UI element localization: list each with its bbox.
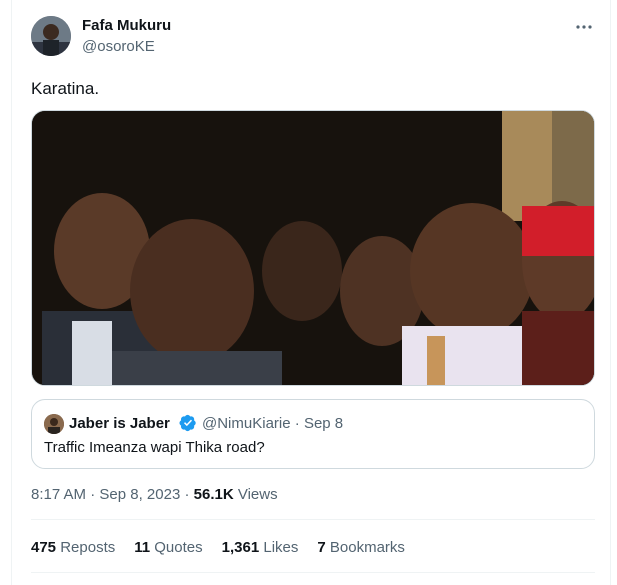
reposts-stat[interactable]: 475 Reposts (31, 539, 115, 556)
meta-separator: · (90, 486, 96, 503)
reposts-count: 475 (31, 539, 57, 556)
tweet-media-image[interactable] (31, 110, 595, 386)
quoted-avatar-image (44, 414, 64, 434)
laughing-crowd-photo (32, 111, 594, 385)
more-options-button[interactable] (572, 15, 596, 39)
quoted-meta: @NimuKiarie · Sep 8 (202, 415, 343, 432)
quotes-label: Quotes (154, 539, 203, 556)
bookmarks-stat[interactable]: 7 Bookmarks (317, 539, 405, 556)
likes-label: Likes (263, 539, 299, 556)
bookmarks-label: Bookmarks (329, 539, 405, 556)
divider (31, 572, 595, 573)
author-avatar-image (31, 16, 71, 56)
quoted-author-name: Jaber is Jaber (69, 415, 170, 432)
likes-stat[interactable]: 1,361 Likes (222, 539, 299, 556)
verified-badge-icon (179, 414, 196, 432)
tweet-time[interactable]: 8:17 AM (31, 486, 86, 503)
author-display-name[interactable]: Fafa Mukuru (82, 17, 171, 34)
quoted-author-avatar (44, 414, 64, 434)
quoted-tweet-text: Traffic Imeanza wapi Thika road? (44, 439, 265, 456)
quoted-author-handle: @NimuKiarie (202, 415, 291, 432)
tweet-card: Fafa Mukuru @osoroKE Karatina. Jaber is … (11, 0, 611, 585)
tweet-text: Karatina. (31, 79, 100, 98)
author-avatar[interactable] (31, 16, 71, 56)
quoted-separator: · (294, 415, 300, 432)
meta-separator: · (184, 486, 190, 503)
more-horizontal-icon (576, 25, 592, 29)
divider (31, 519, 595, 520)
likes-count: 1,361 (221, 539, 260, 556)
quotes-stat[interactable]: 11 Quotes (134, 539, 202, 556)
engagement-stats: 475 Reposts 11 Quotes 1,361 Likes 7 Book… (31, 539, 424, 556)
views-label: Views (237, 486, 278, 503)
bookmarks-count: 7 (317, 539, 326, 556)
tweet-date[interactable]: Sep 8, 2023 (99, 486, 180, 503)
author-handle[interactable]: @osoroKE (82, 38, 155, 55)
quotes-count: 11 (134, 539, 151, 556)
quoted-date: Sep 8 (303, 415, 344, 432)
reposts-label: Reposts (60, 539, 116, 556)
quoted-tweet[interactable]: Jaber is Jaber @NimuKiarie · Sep 8 Traff… (31, 399, 595, 469)
tweet-meta: 8:17 AM · Sep 8, 2023 · 56.1K Views (31, 486, 278, 503)
views-count: 56.1K (193, 486, 234, 503)
